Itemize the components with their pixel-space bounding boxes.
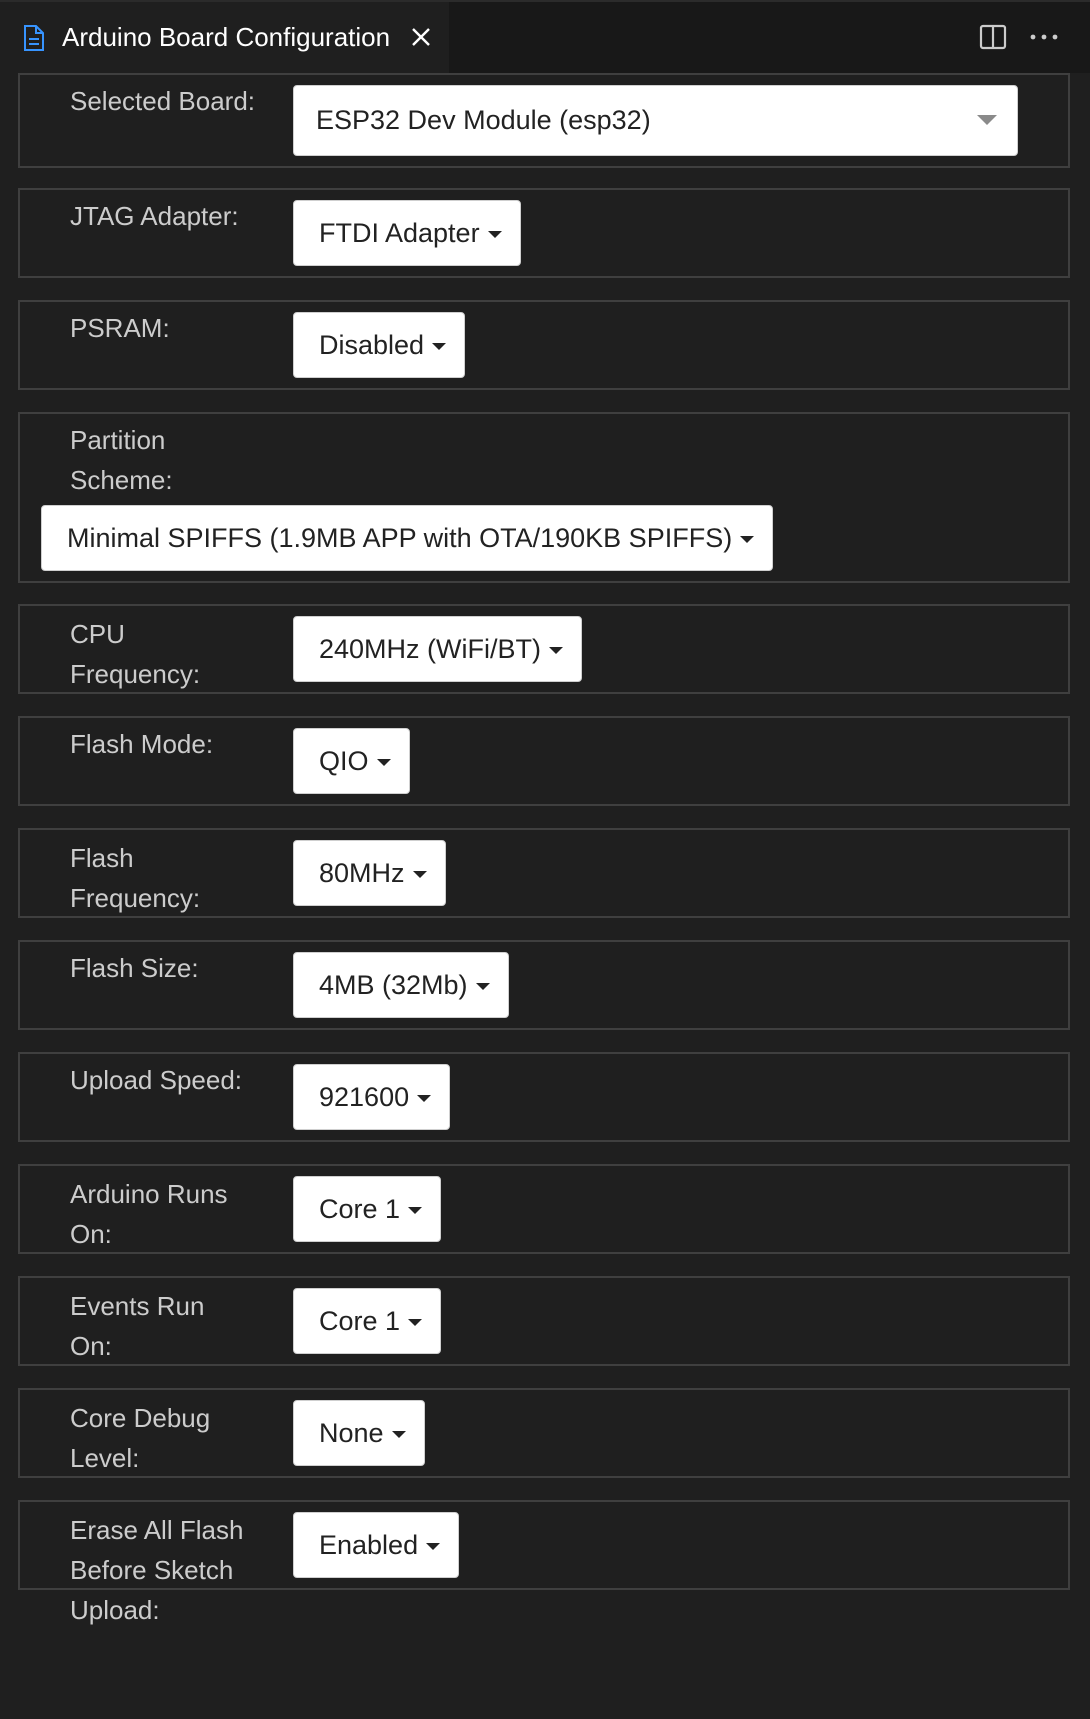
arduino-runs-on-row: Arduino Runs On: Core 1 <box>18 1164 1070 1254</box>
upload-speed-row: Upload Speed: 921600 <box>18 1052 1070 1142</box>
partition-scheme-row: Partition Scheme: Minimal SPIFFS (1.9MB … <box>18 412 1070 583</box>
caret-down-icon <box>549 646 563 654</box>
psram-value: Disabled <box>319 329 425 360</box>
core-debug-level-value: None <box>319 1417 384 1448</box>
flash-mode-value: QIO <box>319 745 369 776</box>
board-select-value: ESP32 Dev Module (esp32) <box>316 105 651 135</box>
caret-down-icon <box>391 1430 406 1438</box>
close-icon[interactable] <box>408 24 434 50</box>
psram-dropdown[interactable]: Disabled <box>293 312 466 378</box>
flash-frequency-value: 80MHz <box>319 857 405 888</box>
caret-down-icon <box>475 982 490 990</box>
caret-down-icon <box>408 1206 423 1214</box>
caret-down-icon <box>408 1318 423 1326</box>
cpu-frequency-value: 240MHz (WiFi/BT) <box>319 633 541 664</box>
cpu-frequency-dropdown[interactable]: 240MHz (WiFi/BT) <box>293 616 582 682</box>
flash-size-label: Flash Size: <box>70 953 199 983</box>
flash-mode-label: Flash Mode: <box>70 729 214 759</box>
flash-size-row: Flash Size: 4MB (32Mb) <box>18 940 1070 1030</box>
tab-arduino-board-configuration[interactable]: Arduino Board Configuration <box>0 2 449 73</box>
file-icon <box>24 25 44 51</box>
jtag-adapter-label: JTAG Adapter: <box>70 201 239 231</box>
caret-down-icon <box>376 758 391 766</box>
caret-down-icon <box>426 1542 441 1550</box>
cpu-frequency-row: CPU Frequency: 240MHz (WiFi/BT) <box>18 604 1070 694</box>
jtag-adapter-dropdown[interactable]: FTDI Adapter <box>293 200 521 266</box>
upload-speed-label: Upload Speed: <box>70 1065 243 1095</box>
arduino-runs-on-value: Core 1 <box>319 1193 401 1224</box>
core-debug-level-dropdown[interactable]: None <box>293 1400 425 1466</box>
erase-all-flash-dropdown[interactable]: Enabled <box>293 1512 460 1578</box>
events-run-on-row: Events Run On: Core 1 <box>18 1276 1070 1366</box>
upload-speed-dropdown[interactable]: 921600 <box>293 1064 451 1130</box>
split-editor-icon[interactable] <box>979 23 1007 51</box>
upload-speed-value: 921600 <box>319 1081 410 1112</box>
partition-scheme-dropdown[interactable]: Minimal SPIFFS (1.9MB APP with OTA/190KB… <box>41 505 774 571</box>
psram-label: PSRAM: <box>70 313 170 343</box>
more-actions-icon[interactable] <box>1027 23 1061 51</box>
partition-scheme-label: Partition Scheme: <box>70 425 173 495</box>
partition-scheme-value: Minimal SPIFFS (1.9MB APP with OTA/190KB… <box>67 522 733 553</box>
jtag-adapter-value: FTDI Adapter <box>319 217 480 248</box>
selected-board-row: Selected Board: ESP32 Dev Module (esp32) <box>18 73 1070 168</box>
erase-all-flash-label: Erase All Flash Before Sketch Upload: <box>70 1515 244 1625</box>
events-run-on-label: Events Run On: <box>70 1291 205 1361</box>
erase-all-flash-row: Erase All Flash Before Sketch Upload: En… <box>18 1500 1070 1625</box>
tab-title: Arduino Board Configuration <box>62 22 391 52</box>
flash-frequency-dropdown[interactable]: 80MHz <box>293 840 446 906</box>
core-debug-level-row: Core Debug Level: None <box>18 1388 1070 1478</box>
flash-mode-dropdown[interactable]: QIO <box>293 728 410 794</box>
flash-size-dropdown[interactable]: 4MB (32Mb) <box>293 952 509 1018</box>
board-select[interactable]: ESP32 Dev Module (esp32) <box>293 85 1018 156</box>
caret-down-icon <box>487 230 502 238</box>
chevron-down-icon <box>977 115 997 125</box>
arduino-runs-on-label: Arduino Runs On: <box>70 1179 228 1249</box>
events-run-on-value: Core 1 <box>319 1305 401 1336</box>
erase-all-flash-value: Enabled <box>319 1529 419 1560</box>
psram-row: PSRAM: Disabled <box>18 300 1070 390</box>
core-debug-level-label: Core Debug Level: <box>70 1403 211 1473</box>
jtag-adapter-row: JTAG Adapter: FTDI Adapter <box>18 188 1070 278</box>
flash-frequency-row: Flash Frequency: 80MHz <box>18 828 1070 918</box>
flash-size-value: 4MB (32Mb) <box>319 969 468 1000</box>
cpu-frequency-label: CPU Frequency: <box>70 619 201 689</box>
caret-down-icon <box>412 870 427 878</box>
arduino-runs-on-dropdown[interactable]: Core 1 <box>293 1176 442 1242</box>
caret-down-icon <box>432 342 447 350</box>
flash-mode-row: Flash Mode: QIO <box>18 716 1070 806</box>
caret-down-icon <box>740 535 755 543</box>
caret-down-icon <box>417 1094 432 1102</box>
flash-frequency-label: Flash Frequency: <box>70 843 201 913</box>
events-run-on-dropdown[interactable]: Core 1 <box>293 1288 442 1354</box>
editor-title-bar: Arduino Board Configuration <box>0 0 1090 73</box>
selected-board-label: Selected Board: <box>70 86 256 116</box>
